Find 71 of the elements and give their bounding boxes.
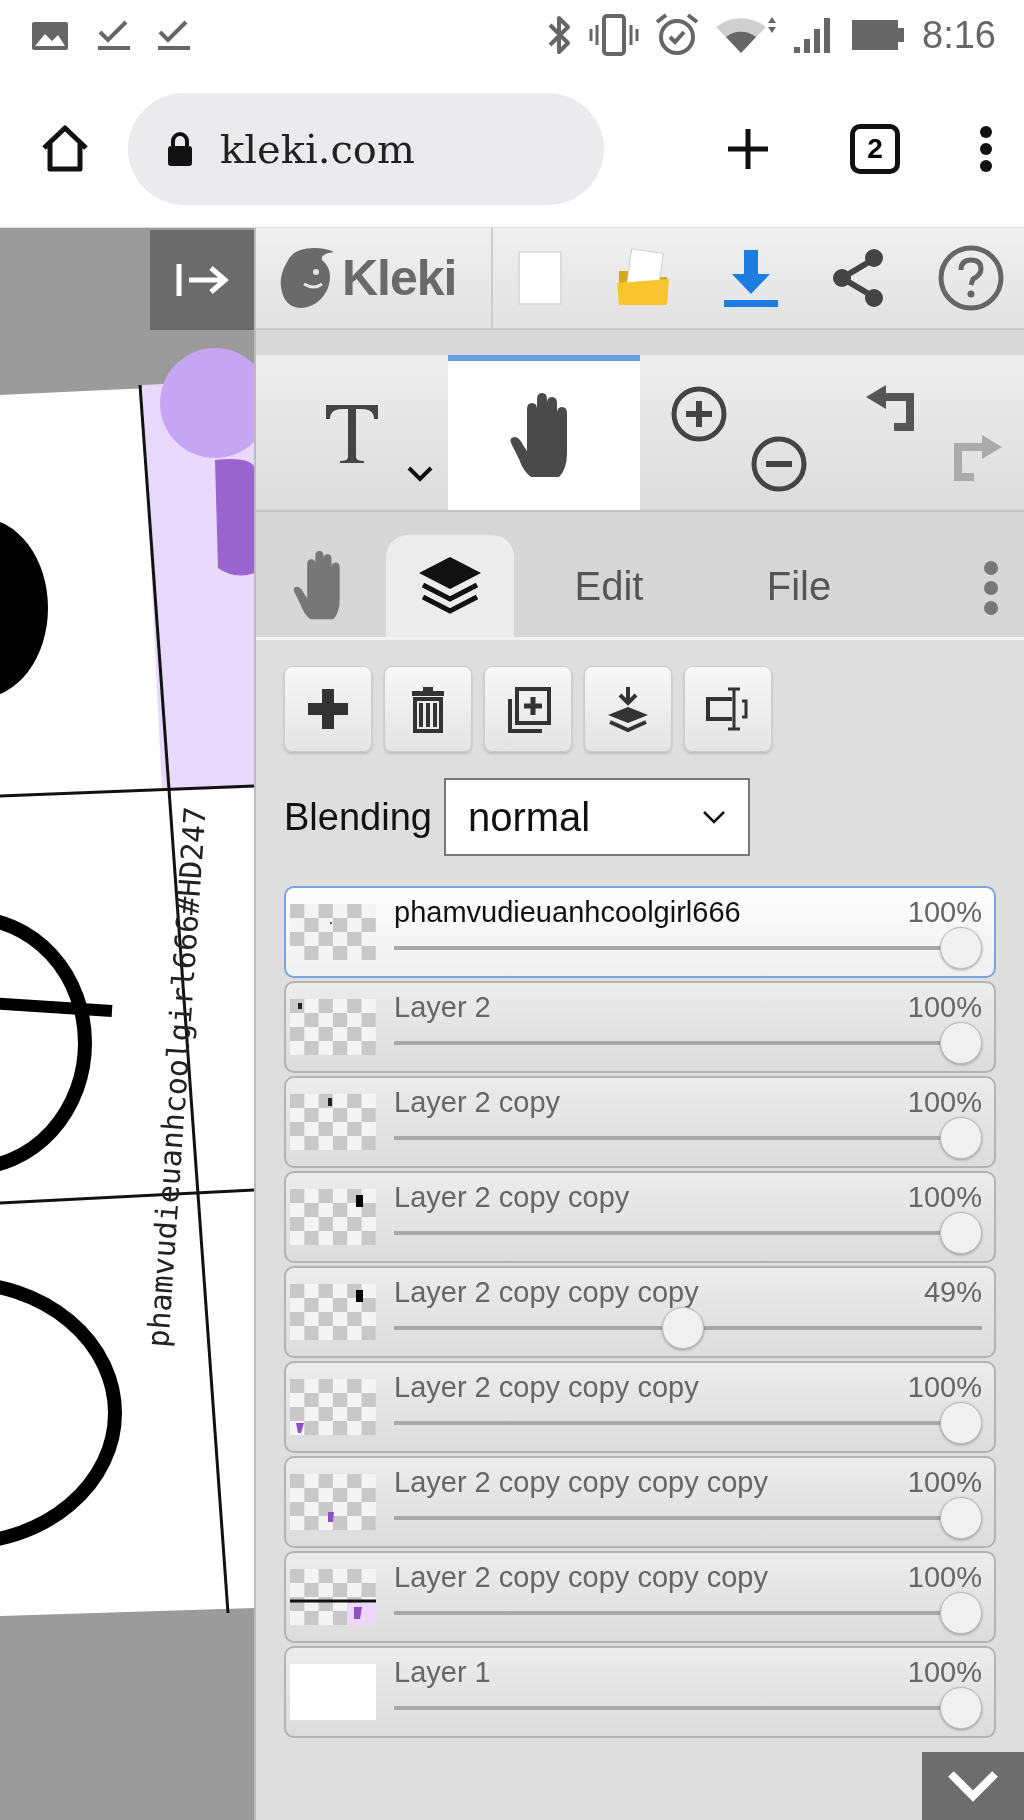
layer-name: Layer 2 copy copy copy copy xyxy=(394,1561,768,1595)
layer-name: Layer 1 xyxy=(394,1656,491,1690)
help-button[interactable] xyxy=(938,245,1004,311)
blending-label: Blending xyxy=(284,794,432,840)
url-text: kleki.com xyxy=(220,124,415,174)
slider-thumb[interactable] xyxy=(940,1021,982,1064)
download-button[interactable] xyxy=(723,248,778,308)
slider-thumb[interactable] xyxy=(940,926,982,969)
scroll-down-button[interactable] xyxy=(922,1752,1024,1820)
clock-time: 8:16 xyxy=(922,12,996,58)
opacity-value: 100% xyxy=(907,1371,982,1405)
hand-tool-button[interactable] xyxy=(448,355,640,510)
zoom-out-button[interactable] xyxy=(750,435,808,493)
opacity-value: 100% xyxy=(907,1656,982,1690)
layer-row[interactable]: phamvudieuanhcoolgirl666 100% xyxy=(284,886,996,978)
layer-row[interactable]: Layer 1 100% xyxy=(284,1646,996,1738)
slider-thumb[interactable] xyxy=(940,1686,982,1729)
vibrate-icon xyxy=(588,13,641,57)
layer-row[interactable]: Layer 2 100% xyxy=(284,981,996,1073)
delete-layer-button[interactable] xyxy=(384,666,472,752)
blending-select[interactable]: normal xyxy=(443,778,750,856)
alarm-icon xyxy=(654,12,701,58)
slider-thumb[interactable] xyxy=(661,1306,704,1349)
opacity-value: 100% xyxy=(907,1561,982,1595)
more-options-icon[interactable] xyxy=(982,559,1000,616)
more-menu-icon[interactable] xyxy=(978,124,994,173)
layers-icon xyxy=(417,555,483,617)
layer-name: phamvudieuanhcoolgirl666 xyxy=(394,896,741,930)
zoom-in-button[interactable] xyxy=(670,385,728,443)
layer-row[interactable]: Layer 2 copy copy copy 100% xyxy=(284,1361,996,1453)
layer-name: Layer 2 copy copy xyxy=(394,1181,630,1215)
slider-thumb[interactable] xyxy=(940,1496,982,1539)
slider-thumb[interactable] xyxy=(940,1401,982,1444)
slider-thumb[interactable] xyxy=(940,1211,982,1254)
layer-name: Layer 2 copy copy copy xyxy=(394,1371,699,1405)
opacity-value: 100% xyxy=(907,1086,982,1120)
layer-name: Layer 2 copy xyxy=(394,1086,561,1120)
rename-layer-button[interactable] xyxy=(684,666,772,752)
layer-row[interactable]: Layer 2 copy copy copy 49% xyxy=(284,1266,996,1358)
slider-thumb[interactable] xyxy=(940,1591,982,1634)
download-done-icon xyxy=(96,18,130,52)
caret-icon xyxy=(406,465,434,483)
add-layer-button[interactable] xyxy=(284,666,372,752)
layers-tab[interactable] xyxy=(386,535,514,637)
layer-row[interactable]: Layer 2 copy copy copy copy 100% xyxy=(284,1456,996,1548)
lock-icon xyxy=(166,130,194,167)
collapse-panel-button[interactable] xyxy=(150,230,254,330)
chevron-down-icon xyxy=(701,810,726,824)
chevron-down-icon xyxy=(947,1770,999,1802)
slider-thumb[interactable] xyxy=(940,1116,982,1159)
layer-name: Layer 2 xyxy=(394,991,491,1025)
download-done-icon xyxy=(156,18,190,52)
layer-name: Layer 2 copy copy copy copy xyxy=(394,1466,768,1500)
address-bar[interactable]: kleki.com xyxy=(128,92,604,205)
duplicate-layer-button[interactable] xyxy=(484,666,572,752)
logo-text: Kleki xyxy=(342,248,457,308)
layer-name: Layer 2 copy copy copy xyxy=(394,1276,699,1310)
opacity-value: 100% xyxy=(907,991,982,1025)
opacity-value: 100% xyxy=(907,1466,982,1500)
panel-tab[interactable]: Edit xyxy=(514,535,704,637)
opacity-value: 100% xyxy=(907,896,982,930)
panel-tab[interactable]: File xyxy=(704,535,894,637)
opacity-value: 100% xyxy=(907,1181,982,1215)
layer-row[interactable]: Layer 2 copy copy 100% xyxy=(284,1171,996,1263)
home-icon[interactable] xyxy=(40,123,90,174)
opacity-value: 49% xyxy=(923,1276,982,1310)
layer-row[interactable]: Layer 2 copy 100% xyxy=(284,1076,996,1168)
layer-row[interactable]: Layer 2 copy copy copy copy 100% xyxy=(284,1551,996,1643)
battery-icon xyxy=(850,18,907,52)
tab-count-button[interactable]: 2 xyxy=(850,123,900,174)
merge-layer-button[interactable] xyxy=(584,666,672,752)
